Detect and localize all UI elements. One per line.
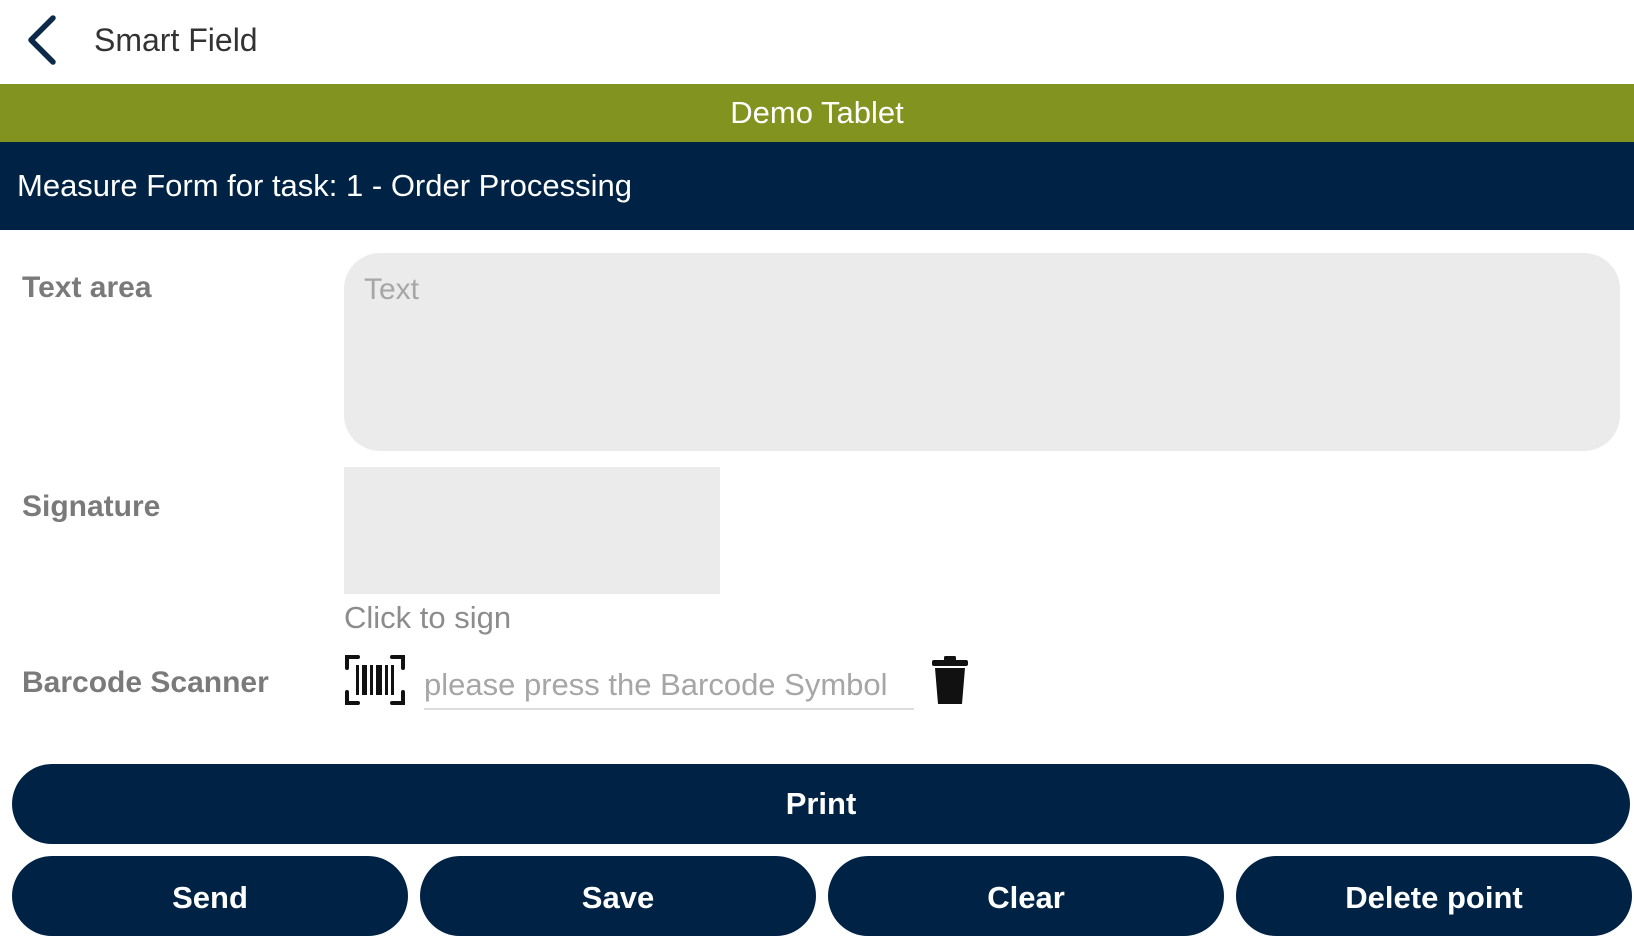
print-button[interactable]: Print — [12, 764, 1630, 844]
text-area-input[interactable] — [344, 253, 1620, 451]
app-title: Smart Field — [94, 22, 258, 58]
barcode-clear-button[interactable] — [930, 654, 970, 706]
barcode-label: Barcode Scanner — [22, 666, 269, 699]
save-button[interactable]: Save — [420, 856, 816, 936]
app-bar: Smart Field — [0, 0, 1634, 84]
clear-button[interactable]: Clear — [828, 856, 1224, 936]
trash-icon — [932, 656, 968, 704]
delete-point-button[interactable]: Delete point — [1236, 856, 1632, 936]
signature-label: Signature — [22, 490, 161, 523]
barcode-icon — [345, 655, 405, 705]
chevron-left-icon — [28, 15, 56, 65]
signature-hint: Click to sign — [344, 600, 512, 635]
signature-pad[interactable] — [344, 467, 720, 594]
form-header-title: Measure Form for task: 1 - Order Process… — [0, 142, 1634, 230]
barcode-scan-button[interactable] — [344, 654, 406, 706]
text-area-label: Text area — [22, 271, 152, 304]
barcode-input[interactable] — [424, 662, 914, 710]
device-banner: Demo Tablet — [0, 84, 1634, 142]
send-button[interactable]: Send — [12, 856, 408, 936]
back-button[interactable] — [14, 12, 68, 68]
